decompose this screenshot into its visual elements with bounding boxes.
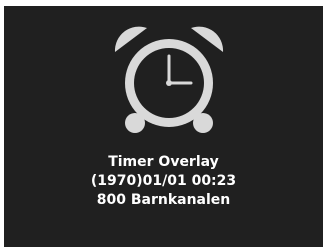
- overlay-info: Timer Overlay (1970)01/01 00:23 800 Barn…: [4, 153, 323, 210]
- overlay-title: Timer Overlay: [108, 154, 219, 170]
- overlay-datetime: (1970)01/01 00:23: [90, 173, 237, 189]
- timer-overlay-panel: Timer Overlay (1970)01/01 00:23 800 Barn…: [4, 6, 323, 247]
- screen: Timer Overlay (1970)01/01 00:23 800 Barn…: [0, 0, 330, 251]
- overlay-channel: 800 Barnkanalen: [96, 192, 231, 208]
- alarm-clock-icon: [114, 26, 224, 133]
